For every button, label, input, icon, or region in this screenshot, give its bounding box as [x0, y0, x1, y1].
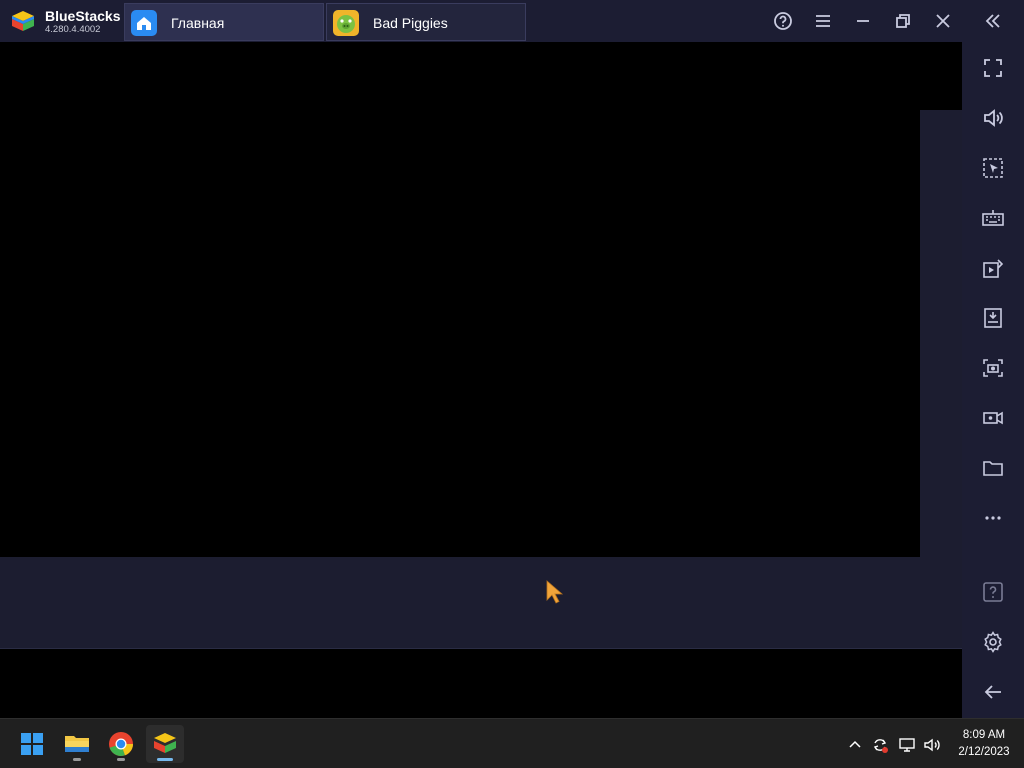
install-media-icon[interactable] — [981, 256, 1005, 280]
more-icon[interactable] — [981, 506, 1005, 530]
sync-icon[interactable] — [870, 735, 890, 755]
pointer-select-icon[interactable] — [981, 156, 1005, 180]
network-icon[interactable] — [897, 735, 917, 755]
tab-bad-piggies-label: Bad Piggies — [373, 15, 448, 31]
chevron-up-icon[interactable] — [845, 735, 865, 755]
settings-icon[interactable] — [981, 630, 1005, 654]
screenshot-icon[interactable] — [981, 356, 1005, 380]
speaker-icon[interactable] — [922, 735, 942, 755]
collapse-sidebar-icon[interactable] — [981, 9, 1005, 33]
file-explorer-icon[interactable] — [58, 725, 96, 763]
home-icon — [131, 10, 157, 36]
minimize-icon[interactable] — [851, 9, 875, 33]
running-indicator — [117, 758, 125, 761]
menu-icon[interactable] — [811, 9, 835, 33]
close-icon[interactable] — [931, 9, 955, 33]
keyboard-icon[interactable] — [981, 206, 1005, 230]
folder-icon[interactable] — [981, 456, 1005, 480]
windows-start-icon[interactable] — [13, 725, 51, 763]
chrome-icon[interactable] — [102, 725, 140, 763]
active-indicator — [157, 758, 173, 761]
screen-panel-right — [920, 110, 962, 557]
bluestacks-icon[interactable] — [146, 725, 184, 763]
running-indicator — [73, 758, 81, 761]
help-box-icon[interactable] — [981, 580, 1005, 604]
app-version: 4.280.4.4002 — [45, 24, 101, 35]
title-bar: BlueStacks 4.280.4.4002 Главная Bad Pigg… — [0, 0, 1024, 42]
restore-icon[interactable] — [891, 9, 915, 33]
tab-bad-piggies[interactable]: Bad Piggies — [326, 3, 526, 41]
taskbar-clock[interactable]: 8:09 AM 2/12/2023 — [950, 727, 1018, 761]
back-icon[interactable] — [981, 680, 1005, 704]
bad-piggies-app-icon — [333, 10, 359, 36]
clock-date: 2/12/2023 — [958, 746, 1010, 758]
brand: BlueStacks 4.280.4.4002 — [8, 4, 124, 38]
fullscreen-icon[interactable] — [981, 56, 1005, 80]
mouse-cursor-icon — [546, 580, 564, 604]
bluestacks-logo-icon — [12, 11, 34, 31]
install-apk-icon[interactable] — [981, 306, 1005, 330]
app-name: BlueStacks — [45, 8, 121, 24]
tab-home[interactable]: Главная — [124, 3, 324, 41]
windows-taskbar: 8:09 AM 2/12/2023 — [0, 718, 1024, 768]
volume-icon[interactable] — [981, 106, 1005, 130]
screen-panel-bottom — [0, 557, 962, 649]
bluestacks-window: BlueStacks 4.280.4.4002 Главная Bad Pigg… — [0, 0, 1024, 768]
emulator-screen[interactable] — [0, 42, 962, 718]
right-toolbar — [962, 42, 1024, 718]
help-icon[interactable] — [771, 9, 795, 33]
tab-home-label: Главная — [171, 15, 225, 31]
clock-time: 8:09 AM — [962, 729, 1006, 741]
record-video-icon[interactable] — [981, 406, 1005, 430]
